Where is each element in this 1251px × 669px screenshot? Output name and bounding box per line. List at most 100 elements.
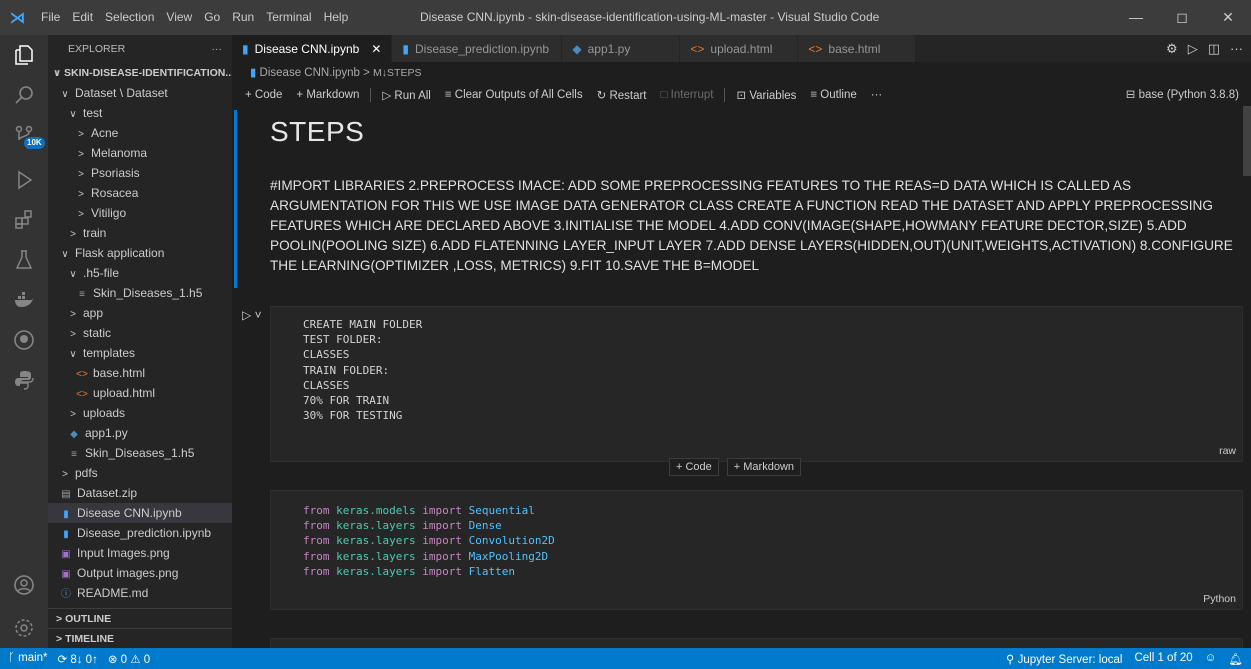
code-cell[interactable]: from keras.models import Sequential from … xyxy=(270,490,1243,610)
tree-item[interactable]: ∨ Flask application xyxy=(48,243,232,263)
outline-button[interactable]: ≡ Outline xyxy=(805,89,861,101)
feedback-icon[interactable]: ☺ xyxy=(1205,652,1217,666)
file-icon: ⓘ xyxy=(61,589,71,600)
minimize-button[interactable]: — xyxy=(1113,0,1159,35)
timeline-panel-header[interactable]: > TIMELINE xyxy=(48,628,232,648)
search-icon[interactable] xyxy=(0,75,48,115)
tree-item[interactable]: ▮ Disease CNN.ipynb xyxy=(48,503,232,523)
extensions-icon[interactable] xyxy=(0,200,48,240)
tree-item-label: Output images.png xyxy=(77,566,179,580)
jupyter-server-status[interactable]: ⚲ Jupyter Server: local xyxy=(1006,652,1122,666)
code-cell-content[interactable]: from keras.models import Sequential from … xyxy=(303,503,555,579)
tree-item[interactable]: > pdfs xyxy=(48,463,232,483)
next-cell[interactable] xyxy=(270,638,1243,648)
outline-panel-header[interactable]: > OUTLINE xyxy=(48,608,232,628)
tree-item[interactable]: ≡ Skin_Diseases_1.h5 xyxy=(48,443,232,463)
tree-item[interactable]: ◆ app1.py xyxy=(48,423,232,443)
tab-upload-html[interactable]: <> upload.html xyxy=(680,35,799,62)
tree-item[interactable]: > uploads xyxy=(48,403,232,423)
menu-go[interactable]: Go xyxy=(198,0,226,35)
tab-base-html[interactable]: <> base.html xyxy=(798,35,917,62)
more-button[interactable]: ··· xyxy=(866,89,888,101)
chevron-down-icon: ∨ xyxy=(61,249,69,260)
explorer-icon[interactable] xyxy=(0,35,48,75)
tree-item[interactable]: ∨ templates xyxy=(48,343,232,363)
menu-selection[interactable]: Selection xyxy=(99,0,160,35)
testing-flask-icon[interactable] xyxy=(0,240,48,280)
more-actions-icon[interactable]: ··· xyxy=(1230,41,1243,56)
menu-edit[interactable]: Edit xyxy=(66,0,99,35)
branch-status[interactable]: ᚴ main* xyxy=(8,652,48,666)
source-control-icon[interactable]: 10K xyxy=(0,115,48,155)
menu-help[interactable]: Help xyxy=(318,0,355,35)
cell-language-label[interactable]: raw xyxy=(1219,445,1236,457)
restart-button[interactable]: ↻ Restart xyxy=(592,88,652,102)
interrupt-button[interactable]: □ Interrupt xyxy=(656,89,719,101)
tree-item[interactable]: ▮ Disease_prediction.ipynb xyxy=(48,523,232,543)
breadcrumb-file[interactable]: Disease CNN.ipynb xyxy=(260,67,360,79)
insert-markdown-cell-button[interactable]: + Markdown xyxy=(726,458,802,476)
close-tab-icon[interactable]: ✕ xyxy=(371,42,381,56)
code-line: from keras.models import Sequential xyxy=(303,503,555,518)
tree-item[interactable]: > app xyxy=(48,303,232,323)
settings-gear-icon[interactable] xyxy=(0,608,48,648)
menu-file[interactable]: File xyxy=(35,0,66,35)
editor-scrollbar[interactable] xyxy=(1243,106,1251,176)
cell-language-label[interactable]: Python xyxy=(1203,593,1236,605)
breadcrumb-section[interactable]: M↓STEPS xyxy=(373,67,421,79)
cell-position-status[interactable]: Cell 1 of 20 xyxy=(1134,652,1192,666)
tab-disease-cnn[interactable]: ▮ Disease CNN.ipynb ✕ xyxy=(232,35,393,62)
menu-view[interactable]: View xyxy=(160,0,198,35)
kernel-picker[interactable]: ⊟ base (Python 3.8.8) xyxy=(1126,84,1239,106)
sync-status[interactable]: ⟳ 8↓ 0↑ xyxy=(58,652,98,666)
insert-code-cell-button[interactable]: + Code xyxy=(669,458,719,476)
docker-icon[interactable] xyxy=(0,280,48,320)
clear-outputs-button[interactable]: ≡ Clear Outputs of All Cells xyxy=(440,89,588,101)
raw-cell[interactable]: CREATE MAIN FOLDER TEST FOLDER: CLASSES TRA… xyxy=(270,306,1243,462)
problems-status[interactable]: ⊗ 0 ⚠ 0 xyxy=(108,652,150,666)
run-cell-button[interactable]: ▷ ˅ xyxy=(242,308,262,322)
tree-item[interactable]: > Melanoma xyxy=(48,143,232,163)
tree-item[interactable]: > train xyxy=(48,223,232,243)
run-debug-icon[interactable] xyxy=(0,160,48,200)
tree-item[interactable]: <> upload.html xyxy=(48,383,232,403)
tree-item[interactable]: > Rosacea xyxy=(48,183,232,203)
tab-disease-prediction[interactable]: ▮ Disease_prediction.ipynb xyxy=(392,35,563,62)
tree-item[interactable]: ≡ Skin_Diseases_1.h5 xyxy=(48,283,232,303)
file-icon: ▣ xyxy=(61,549,71,560)
variables-button[interactable]: ⊡ Variables xyxy=(731,88,801,102)
tree-item[interactable]: > static xyxy=(48,323,232,343)
run-icon[interactable]: ▷ xyxy=(1188,41,1198,57)
github-icon[interactable] xyxy=(0,320,48,360)
tree-item[interactable]: ▣ Input Images.png xyxy=(48,543,232,563)
account-icon[interactable] xyxy=(0,565,48,605)
tree-item[interactable]: > Vitiligo xyxy=(48,203,232,223)
menu-run[interactable]: Run xyxy=(226,0,260,35)
tree-item[interactable]: ∨ Dataset \ Dataset xyxy=(48,83,232,103)
raw-cell-content[interactable]: CREATE MAIN FOLDER TEST FOLDER: CLASSES TRA… xyxy=(303,317,422,423)
tree-item[interactable]: ▤ Dataset.zip xyxy=(48,483,232,503)
tree-item[interactable]: ∨ .h5-file xyxy=(48,263,232,283)
tree-item[interactable]: > Psoriasis xyxy=(48,163,232,183)
run-all-button[interactable]: ▷ Run All xyxy=(377,88,435,102)
tree-item-label: Melanoma xyxy=(91,146,148,160)
notifications-bell-icon[interactable]: 🔔︎ xyxy=(1228,652,1243,666)
split-editor-icon[interactable]: ◫ xyxy=(1208,41,1220,57)
selected-cell-indicator xyxy=(234,110,237,288)
tree-item[interactable]: ▣ Output images.png xyxy=(48,563,232,583)
tree-item[interactable]: > Acne xyxy=(48,123,232,143)
add-markdown-button[interactable]: + Markdown xyxy=(291,89,364,101)
workspace-root[interactable]: ∨ SKIN-DISEASE-IDENTIFICATION... xyxy=(48,63,232,83)
close-window-button[interactable]: ✕ xyxy=(1205,0,1251,35)
tree-item[interactable]: <> base.html xyxy=(48,363,232,383)
tree-item[interactable]: ⓘ README.md xyxy=(48,583,232,603)
tree-item[interactable]: ∨ test xyxy=(48,103,232,123)
menu-terminal[interactable]: Terminal xyxy=(260,0,317,35)
tab-app1-py[interactable]: ◆ app1.py xyxy=(562,35,681,62)
settings-icon[interactable]: ⚙ xyxy=(1166,41,1178,57)
maximize-button[interactable]: ◻ xyxy=(1159,0,1205,35)
chevron-right-icon: > xyxy=(70,229,76,240)
python-icon[interactable] xyxy=(0,360,48,400)
explorer-more-button[interactable]: ··· xyxy=(212,43,223,55)
add-code-button[interactable]: + Code xyxy=(240,89,287,101)
